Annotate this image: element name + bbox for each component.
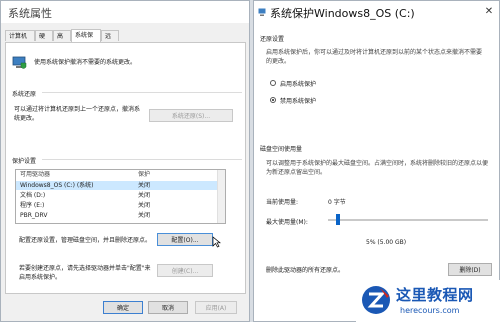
system-protection-dialog: 系统保护Windows8_OS (C:) ✕ 还原设置 启用系统保护后，你可以通… bbox=[253, 0, 500, 322]
restore-settings-text: 启用系统保护后，你可以通过及时将计算机还原到以前的某个状态点来撤消不需要的更改。 bbox=[266, 49, 483, 65]
divider bbox=[42, 159, 242, 160]
column-header-protection[interactable]: 保护 bbox=[138, 170, 150, 179]
cancel-button[interactable]: 取消 bbox=[148, 301, 188, 314]
enable-protection-radio[interactable] bbox=[270, 80, 276, 86]
restore-text: 可以通过将计算机还原到上一个还原点，撤消系统更改。 bbox=[14, 106, 141, 122]
current-usage-label: 当前使用量: bbox=[266, 199, 299, 206]
drive-name: Windows8_OS (C:) (系统) bbox=[20, 182, 94, 189]
apply-button[interactable]: 应用(A) bbox=[195, 301, 237, 314]
tab-panel: 使用系统保护撤消不需要的系统更改。 系统还原 可以通过将计算机还原到上一个还原点… bbox=[5, 42, 246, 294]
watermark-text: 这里教程网 bbox=[396, 286, 474, 304]
drive-name: PBR_DRV bbox=[20, 212, 48, 219]
scrollbar[interactable] bbox=[217, 170, 225, 223]
watermark-url: herecours.com bbox=[400, 306, 460, 315]
description-text: 使用系统保护撤消不需要的系统更改。 bbox=[34, 59, 137, 66]
max-usage-label: 最大使用量(M): bbox=[266, 219, 308, 226]
tab-remote[interactable]: 远程 bbox=[101, 30, 119, 51]
max-usage-slider[interactable] bbox=[328, 214, 488, 226]
disk-usage-label: 磁盘空间使用量 bbox=[260, 146, 303, 153]
drive-name: 程序 (E:) bbox=[20, 202, 45, 209]
close-icon[interactable]: ✕ bbox=[481, 4, 497, 20]
dialog-title: 系统保护Windows8_OS (C:) bbox=[270, 7, 415, 20]
drive-name: 文档 (D:) bbox=[20, 192, 46, 199]
watermark-logo: 这里教程网 herecours.com bbox=[356, 280, 500, 322]
slider-readout: 5% (5.00 GB) bbox=[366, 239, 407, 246]
drive-status: 关闭 bbox=[138, 202, 151, 209]
current-usage-value: 0 字节 bbox=[328, 199, 346, 206]
mouse-cursor-icon bbox=[212, 236, 221, 248]
column-header-drives[interactable]: 可用驱动器 bbox=[20, 170, 50, 179]
disk-usage-text: 可以调整用于系统保护的最大磁盘空间。占满空间时，系统将删除较旧的还原点以便为新还… bbox=[266, 160, 489, 176]
title-bar: 系统属性 bbox=[1, 1, 249, 23]
table-row[interactable]: PBR_DRV 关闭 bbox=[16, 211, 225, 220]
slider-track bbox=[328, 219, 488, 221]
tab-advanced[interactable]: 高级 bbox=[53, 30, 71, 51]
drive-list: 可用驱动器 保护 Windows8_OS (C:) (系统) 关闭 文档 (D:… bbox=[15, 169, 226, 224]
create-text: 若要创建还原点，请先选择驱动器并单击"配置"来启用系统保护。 bbox=[19, 265, 151, 281]
system-restore-button[interactable]: 系统还原(S)... bbox=[149, 109, 233, 122]
configure-button[interactable]: 配置(O)... bbox=[157, 233, 213, 246]
logo-emblem-icon bbox=[362, 286, 390, 314]
config-text: 配置还原设置，管理磁盘空间，并且删除还原点。 bbox=[19, 237, 152, 244]
delete-button[interactable]: 删除(D) bbox=[448, 263, 492, 276]
drive-status: 关闭 bbox=[138, 212, 151, 219]
window-title: 系统属性 bbox=[8, 7, 52, 20]
computer-shield-icon bbox=[258, 8, 266, 16]
disable-protection-label[interactable]: 禁用系统保护 bbox=[280, 96, 316, 105]
table-row[interactable]: 文档 (D:) 关闭 bbox=[16, 191, 225, 200]
drive-status: 关闭 bbox=[138, 192, 151, 199]
restore-section-label: 系统还原 bbox=[12, 91, 37, 98]
slider-thumb[interactable] bbox=[335, 214, 340, 225]
divider bbox=[42, 92, 242, 93]
tab-system-protection[interactable]: 系统保护 bbox=[71, 29, 101, 50]
drive-status: 关闭 bbox=[138, 182, 151, 189]
tab-hardware[interactable]: 硬件 bbox=[35, 30, 53, 51]
ok-button[interactable]: 确定 bbox=[103, 301, 143, 314]
restore-settings-label: 还原设置 bbox=[260, 36, 285, 43]
system-properties-window: 系统属性 计算机名 硬件 高级 系统保护 远程 使用系统保护撤消不需要的系统更改… bbox=[0, 0, 250, 322]
table-row[interactable]: 程序 (E:) 关闭 bbox=[16, 201, 225, 210]
tab-computer-name[interactable]: 计算机名 bbox=[5, 30, 35, 51]
title-bar: 系统保护Windows8_OS (C:) ✕ bbox=[254, 1, 499, 23]
create-button[interactable]: 创建(C)... bbox=[157, 264, 213, 277]
enable-protection-label[interactable]: 启用系统保护 bbox=[280, 79, 316, 88]
protection-section-label: 保护设置 bbox=[12, 158, 37, 165]
computer-shield-icon bbox=[12, 56, 27, 69]
delete-text: 删除此驱动器的所有还原点。 bbox=[266, 267, 345, 274]
disable-protection-radio[interactable] bbox=[270, 97, 276, 103]
table-row[interactable]: Windows8_OS (C:) (系统) 关闭 bbox=[16, 181, 225, 190]
